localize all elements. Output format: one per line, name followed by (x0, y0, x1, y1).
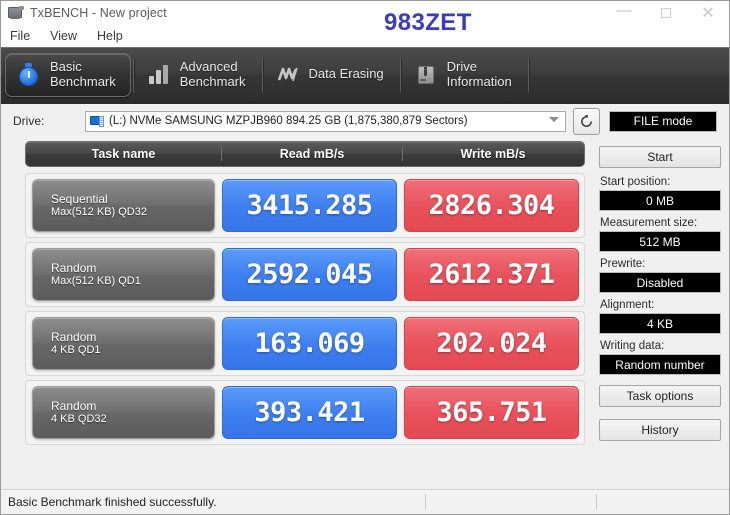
status-segment-3 (596, 494, 729, 510)
task-cell[interactable]: Sequential Max(512 KB) QD32 (32, 179, 215, 232)
results-header: Task name Read mB/s Write mB/s (25, 141, 585, 167)
task-cell[interactable]: Random 4 KB QD32 (32, 386, 215, 439)
tab-label-line2: Benchmark (179, 73, 246, 89)
task-name-line2: Max(512 KB) QD32 (51, 206, 147, 218)
tab-label-line1: Basic (50, 59, 82, 74)
measurement-size-label: Measurement size: (600, 217, 698, 229)
menu-item-view[interactable]: View (48, 27, 86, 45)
writing-data-value[interactable]: Random number (599, 354, 721, 375)
table-row: Random Max(512 KB) QD1 2592.045 2612.371 (25, 242, 585, 307)
tab-divider (132, 57, 134, 92)
write-value: 2826.304 (404, 179, 579, 232)
read-value: 163.069 (222, 317, 397, 370)
erase-glyph (277, 67, 298, 81)
settings-panel: Start Start position: 0 MB Measurement s… (593, 138, 729, 489)
read-value: 3415.285 (222, 179, 397, 232)
drive-icon (90, 115, 104, 127)
tab-strip: Basic Benchmark Advanced Benchmark Data … (1, 47, 729, 104)
writing-data-label: Writing data: (600, 340, 665, 352)
task-name-line1: Random (51, 399, 97, 413)
start-button[interactable]: Start (599, 146, 721, 168)
write-value: 2612.371 (404, 248, 579, 301)
drive-select-value: (L:) NVMe SAMSUNG MZPJB960 894.25 GB (1,… (109, 115, 468, 127)
start-position-label: Start position: (600, 176, 671, 188)
tab-divider (261, 57, 263, 92)
task-name-line2: 4 KB QD32 (51, 413, 107, 425)
tab-advanced-benchmark[interactable]: Advanced Benchmark (136, 53, 260, 97)
refresh-button[interactable] (573, 107, 600, 135)
task-name-line1: Sequential (51, 192, 108, 206)
status-bar: Basic Benchmark finished successfully. (1, 489, 729, 514)
drive-selection-row: Drive: (L:) NVMe SAMSUNG MZPJB960 894.25… (1, 104, 729, 138)
chevron-down-icon[interactable] (549, 116, 559, 122)
measurement-size-value[interactable]: 512 MB (599, 231, 721, 252)
minimize-button[interactable]: — (603, 0, 645, 28)
close-button[interactable]: ✕ (687, 1, 729, 25)
erase-icon (275, 62, 301, 88)
column-header-write: Write mB/s (402, 147, 583, 161)
task-name-line2: Max(512 KB) QD1 (51, 275, 141, 287)
read-value: 2592.045 (222, 248, 397, 301)
results-panel: Task name Read mB/s Write mB/s Sequentia… (1, 138, 593, 489)
status-segment-2 (425, 494, 596, 510)
tab-label-line1: Drive (446, 59, 477, 74)
content-area: Task name Read mB/s Write mB/s Sequentia… (1, 138, 729, 489)
status-message: Basic Benchmark finished successfully. (8, 495, 217, 509)
tab-basic-benchmark-label: Basic Benchmark (50, 59, 116, 89)
tab-label-line2: Benchmark (50, 73, 116, 89)
bar-chart-icon (146, 62, 172, 88)
refresh-icon (581, 114, 592, 127)
application-icon (8, 6, 24, 20)
table-row: Random 4 KB QD1 163.069 202.024 (25, 311, 585, 376)
alignment-value[interactable]: 4 KB (599, 313, 721, 334)
table-row: Sequential Max(512 KB) QD32 3415.285 282… (25, 173, 585, 238)
window-title: TxBENCH - New project (30, 6, 167, 20)
start-position-value[interactable]: 0 MB (599, 190, 721, 211)
column-header-task-name: Task name (91, 147, 156, 161)
task-cell[interactable]: Random 4 KB QD1 (32, 317, 215, 370)
tab-basic-benchmark[interactable]: Basic Benchmark (5, 52, 131, 97)
tab-data-erasing-label: Data Erasing (308, 66, 384, 82)
tab-drive-information-label: Drive Information (446, 59, 512, 89)
stopwatch-icon (16, 62, 42, 88)
tab-divider (399, 57, 401, 92)
task-name-line2: 4 KB QD1 (51, 344, 101, 356)
history-button[interactable]: History (599, 419, 721, 441)
alignment-label: Alignment: (600, 299, 655, 311)
maximize-button[interactable] (645, 1, 687, 25)
tab-advanced-benchmark-label: Advanced Benchmark (179, 59, 246, 89)
column-header-read: Read mB/s (221, 147, 402, 161)
tab-drive-information[interactable]: Drive Information (403, 53, 526, 97)
maximize-icon (661, 8, 671, 18)
window-controls: — ✕ (603, 1, 729, 25)
tab-label-line1: Advanced (179, 59, 238, 74)
prewrite-value[interactable]: Disabled (599, 272, 721, 293)
title-bar: TxBENCH - New project — ✕ (1, 1, 729, 25)
write-value: 365.751 (404, 386, 579, 439)
table-row: Random 4 KB QD32 393.421 365.751 (25, 380, 585, 445)
task-name-line1: Random (51, 330, 97, 344)
drive-info-icon (413, 62, 439, 88)
tab-divider (527, 57, 529, 92)
task-options-button[interactable]: Task options (599, 385, 721, 407)
prewrite-label: Prewrite: (600, 258, 646, 270)
tab-label-line2: Information (446, 73, 512, 89)
read-value: 393.421 (222, 386, 397, 439)
menu-bar: File View Help (1, 25, 729, 47)
task-name-line1: Random (51, 261, 97, 275)
drive-select[interactable]: (L:) NVMe SAMSUNG MZPJB960 894.25 GB (1,… (85, 110, 566, 132)
menu-item-help[interactable]: Help (95, 27, 132, 45)
file-mode-button[interactable]: FILE mode (609, 110, 717, 132)
txbench-window: TxBENCH - New project — ✕ 983ZET File Vi… (0, 0, 730, 515)
drive-label: Drive: (13, 114, 45, 128)
task-cell[interactable]: Random Max(512 KB) QD1 (32, 248, 215, 301)
write-value: 202.024 (404, 317, 579, 370)
tab-data-erasing[interactable]: Data Erasing (265, 53, 398, 97)
menu-item-file[interactable]: File (8, 27, 39, 45)
